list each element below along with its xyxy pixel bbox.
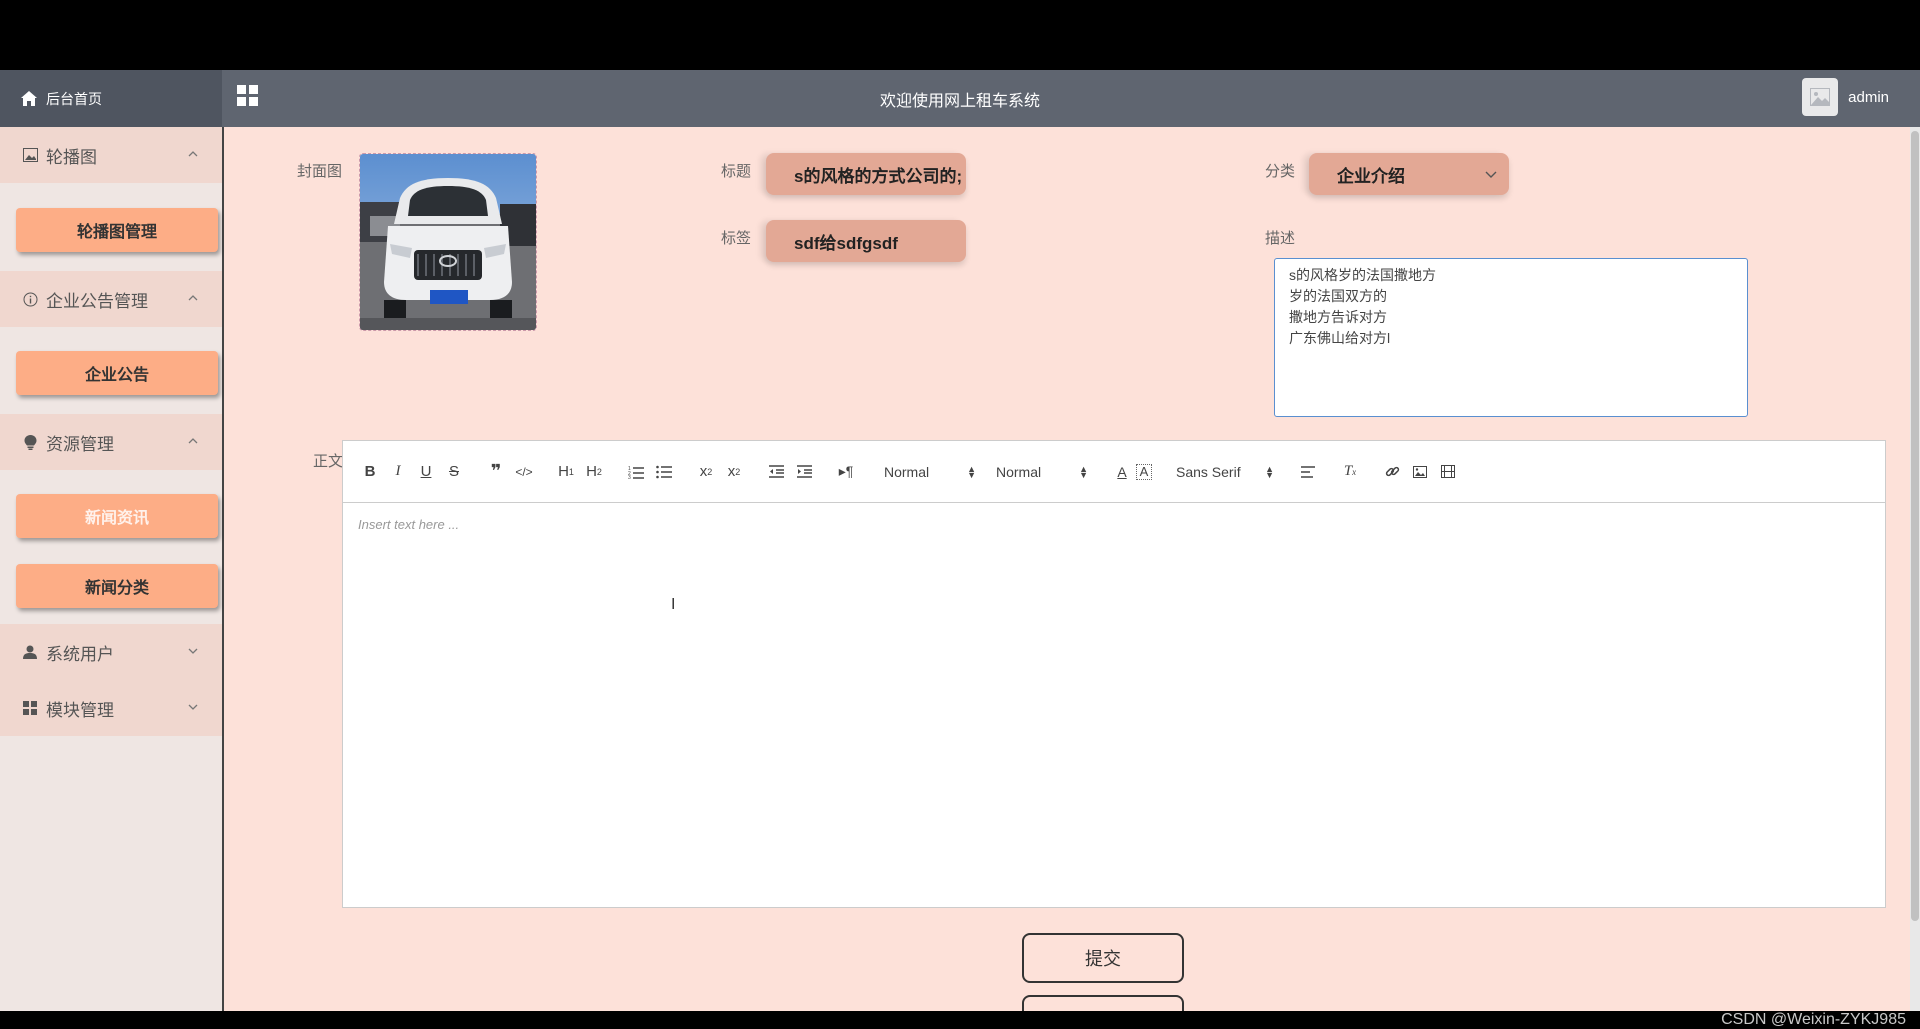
image-placeholder-icon: [1810, 88, 1831, 106]
svg-text:3: 3: [628, 475, 631, 479]
sidebar: 轮播图 轮播图管理 企业公告管理 企业公告 资源管理 新闻资讯 新闻分类 系统用…: [0, 127, 224, 1011]
sidebar-item-announcement[interactable]: 企业公告: [16, 351, 218, 395]
underline-button[interactable]: U: [412, 460, 440, 484]
rich-text-editor: B I U S ❞ </> H1 H2 123 x2 x2 ▸¶ Normal ▲…: [342, 440, 1886, 908]
app-window: 后台首页 欢迎使用网上租车系统 admin 轮播图 轮播图管理 企业公告管理 企: [0, 70, 1920, 1011]
chevron-down-icon: [1485, 171, 1497, 178]
select-arrows-icon: ▲ ▼: [1265, 463, 1274, 480]
menu-group-label: 系统用户: [46, 644, 114, 664]
insert-image-icon[interactable]: [1406, 460, 1434, 484]
grid-icon: [22, 700, 38, 716]
editor-body[interactable]: Insert text here ...: [343, 504, 1885, 907]
menu-group-carousel[interactable]: 轮播图: [0, 127, 222, 183]
menu-group-label: 资源管理: [46, 434, 114, 454]
subscript-button[interactable]: x2: [692, 460, 720, 484]
align-icon[interactable]: [1294, 460, 1322, 484]
info-icon: [22, 291, 38, 307]
chevron-down-icon: [186, 644, 200, 658]
sidebar-item-carousel-manage[interactable]: 轮播图管理: [16, 208, 218, 252]
chevron-up-icon: [186, 434, 200, 448]
chevron-up-icon: [186, 291, 200, 305]
menu-group-label: 企业公告管理: [46, 291, 148, 311]
category-select[interactable]: 企业介绍: [1309, 153, 1509, 195]
title-label: 标题: [721, 163, 752, 180]
tags-label: 标签: [721, 230, 752, 247]
car-photo: [360, 154, 536, 330]
font-select-value: Sans Serif: [1176, 463, 1241, 480]
bullet-list-icon[interactable]: [650, 460, 678, 484]
watermark: CSDN @Weixin-ZYKJ985: [1721, 1011, 1906, 1028]
header-select-value: Normal: [884, 463, 930, 480]
top-header: 后台首页 欢迎使用网上租车系统 admin: [0, 70, 1920, 127]
text-cursor-icon: I: [671, 596, 676, 613]
secondary-button[interactable]: [1022, 995, 1184, 1011]
username: admin: [1848, 88, 1889, 106]
strike-button[interactable]: S: [440, 460, 468, 484]
link-icon[interactable]: [1378, 460, 1406, 484]
superscript-button[interactable]: x2: [720, 460, 748, 484]
body-label: 正文: [313, 453, 344, 470]
cover-label: 封面图: [297, 163, 343, 180]
size-select[interactable]: Normal ▲ ▼: [990, 460, 1094, 484]
italic-button[interactable]: I: [384, 460, 412, 484]
image-icon: [22, 147, 38, 163]
select-arrows-icon: ▲ ▼: [1079, 463, 1088, 480]
scrollbar-thumb[interactable]: [1911, 131, 1919, 921]
category-value: 企业介绍: [1337, 166, 1405, 186]
user-icon: [22, 644, 38, 660]
menu-group-system-users[interactable]: 系统用户: [0, 624, 222, 680]
sidebar-item-news[interactable]: 新闻资讯: [16, 494, 218, 538]
h1-button[interactable]: H1: [552, 460, 580, 484]
avatar[interactable]: [1802, 78, 1839, 116]
sidebar-item-news-category[interactable]: 新闻分类: [16, 564, 218, 608]
menu-group-modules[interactable]: 模块管理: [0, 680, 222, 736]
user-menu[interactable]: admin: [1802, 78, 1889, 116]
category-label: 分类: [1265, 163, 1296, 180]
h2-button[interactable]: H2: [580, 460, 608, 484]
outdent-icon[interactable]: [762, 460, 790, 484]
bold-button[interactable]: B: [356, 460, 384, 484]
menu-group-label: 模块管理: [46, 700, 114, 720]
title-input[interactable]: s的风格的方式公司的;: [766, 153, 966, 195]
header-select[interactable]: Normal ▲ ▼: [878, 460, 982, 484]
size-select-value: Normal: [996, 463, 1042, 480]
bulb-icon: [22, 434, 38, 450]
font-select[interactable]: Sans Serif ▲ ▼: [1170, 460, 1280, 484]
site-title: 欢迎使用网上租车系统: [879, 93, 1040, 110]
tags-input[interactable]: sdf给sdfgsdf: [766, 220, 966, 262]
indent-icon[interactable]: [790, 460, 818, 484]
blockquote-icon[interactable]: ❞: [482, 460, 510, 484]
submit-button[interactable]: 提交: [1022, 933, 1184, 983]
page-scrollbar[interactable]: [1910, 127, 1920, 1011]
editor-toolbar: B I U S ❞ </> H1 H2 123 x2 x2 ▸¶ Normal ▲…: [343, 441, 1885, 503]
ordered-list-icon[interactable]: 123: [622, 460, 650, 484]
description-label: 描述: [1265, 230, 1296, 247]
insert-video-icon[interactable]: [1434, 460, 1462, 484]
text-direction-icon[interactable]: ▸¶: [832, 460, 860, 484]
description-textarea[interactable]: s的风格岁的法国撒地方 岁的法国双方的 撒地方告诉对方 广东佛山给对方l: [1274, 258, 1748, 417]
background-color-icon[interactable]: A: [1136, 463, 1152, 480]
menu-group-announcements[interactable]: 企业公告管理: [0, 271, 222, 327]
clear-format-icon[interactable]: Tx: [1336, 460, 1364, 484]
chevron-up-icon: [186, 147, 200, 161]
chevron-down-icon: [186, 700, 200, 714]
select-arrows-icon: ▲ ▼: [967, 463, 976, 480]
menu-group-resources[interactable]: 资源管理: [0, 414, 222, 470]
font-color-icon[interactable]: A: [1108, 460, 1136, 484]
menu-group-label: 轮播图: [46, 147, 97, 167]
cover-image-upload[interactable]: [359, 153, 537, 331]
code-icon[interactable]: </>: [510, 460, 538, 484]
